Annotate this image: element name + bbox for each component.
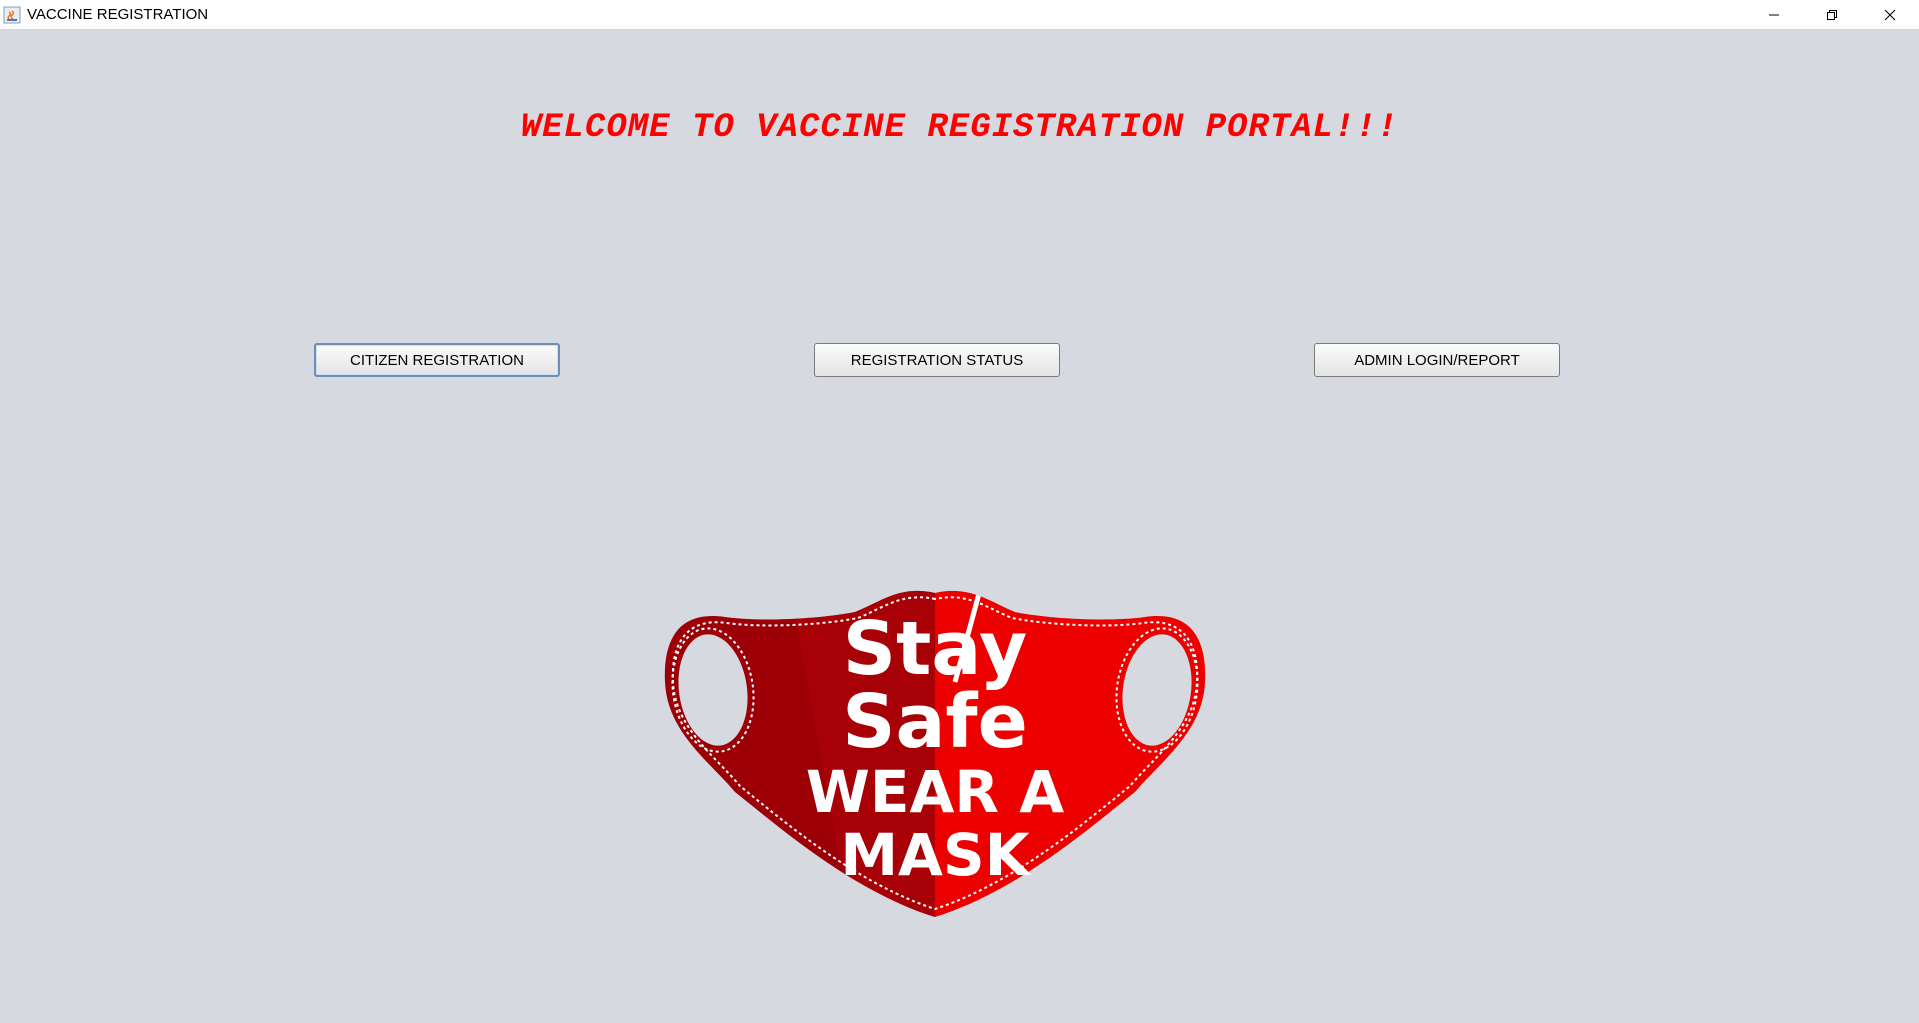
minimize-button[interactable] (1745, 0, 1803, 29)
minimize-icon (1769, 14, 1779, 15)
stay-safe-mask-image: Stay Safe WEAR A MASK (655, 562, 1215, 942)
restore-icon (1827, 9, 1837, 20)
close-icon (1884, 9, 1896, 20)
admin-login-report-button[interactable]: ADMIN LOGIN/REPORT (1314, 343, 1560, 377)
title-bar[interactable]: VACCINE REGISTRATION (0, 0, 1919, 29)
restore-button[interactable] (1803, 0, 1861, 29)
window-controls (1745, 0, 1919, 29)
registration-status-button[interactable]: REGISTRATION STATUS (814, 343, 1060, 377)
app-window: VACCINE REGISTRATION WELCOME TO VACCINE … (0, 0, 1919, 1023)
mask-illustration: Stay Safe WEAR A MASK (664, 590, 1206, 918)
java-app-icon (3, 6, 21, 23)
mask-text-mask: MASK (840, 821, 1031, 889)
mask-text-safe: Safe (842, 679, 1028, 765)
window-title: VACCINE REGISTRATION (27, 6, 209, 23)
close-button[interactable] (1861, 0, 1919, 29)
mask-text-wear-a: WEAR A (806, 758, 1064, 826)
welcome-heading: WELCOME TO VACCINE REGISTRATION PORTAL!!… (520, 109, 1399, 147)
main-panel: WELCOME TO VACCINE REGISTRATION PORTAL!!… (0, 29, 1919, 1023)
citizen-registration-button[interactable]: CITIZEN REGISTRATION (314, 343, 560, 377)
